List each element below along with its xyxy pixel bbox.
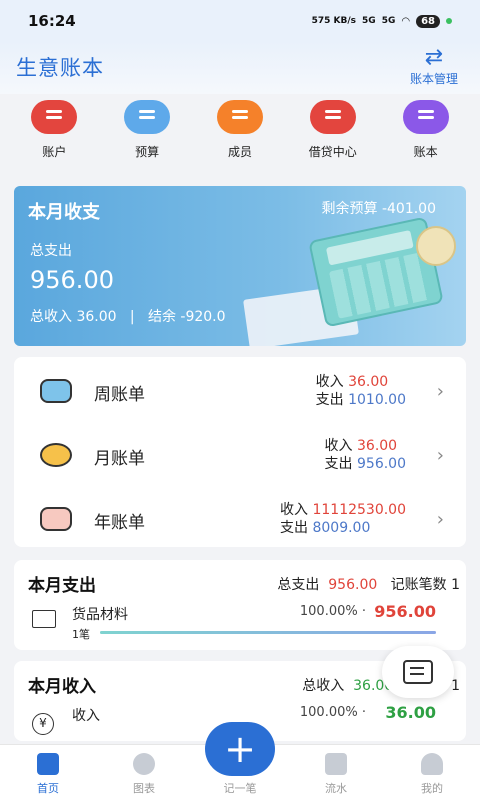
total-expense-label: 总支出 [30,243,72,259]
month-title: 本月收支 [28,202,100,223]
tab-label: 首页 [37,782,59,795]
category-percent: 100.00% · [299,705,366,720]
box-icon [32,610,56,628]
bill-row-week[interactable]: 周账单 收入 36.00 支出 1010.00 › [14,361,466,421]
status-bar: 16:24 575 KB/s 5G 5G ◠ 68 [0,0,480,42]
category-progress-fill [100,631,436,634]
header: 生意账本 ⇄ 账本管理 [0,42,480,94]
quick-label: 成员 [227,145,252,159]
income-balance-summary: 总收入 36.00 | 结余 -920.0 [30,309,226,325]
receipt-icon [403,660,433,684]
quick-label: 账本 [413,145,438,159]
quick-ledger[interactable]: 账本 [386,100,466,166]
loan-icon [309,100,356,134]
expense-totals: 总支出 956.00 记账笔数 1 [277,577,460,593]
quick-actions: 账户 预算 成员 借贷中心 账本 [0,100,480,166]
quick-budget[interactable]: 预算 [107,100,187,166]
signal-icon-2: 5G [381,15,396,26]
remaining-budget: 剩余预算 -401.00 [321,201,437,217]
tab-label: 流水 [325,782,347,795]
bill-amounts: 收入 36.00 支出 956.00 [324,438,406,472]
flow-icon [325,753,347,775]
wifi-icon: ◠ [401,15,411,27]
app-title: 生意账本 [16,56,104,80]
tab-label: 记一笔 [223,782,257,795]
category-name: 货品材料 [72,607,128,623]
battery-icon: 68 [416,14,440,28]
tab-label: 图表 [133,782,155,795]
bill-amounts: 收入 36.00 支出 1010.00 [315,374,406,408]
tab-flow[interactable]: 流水 [288,745,384,800]
planet-icon [40,443,72,467]
floating-bill-button[interactable] [382,646,454,698]
book-manage-button[interactable]: ⇄ 账本管理 [410,46,458,87]
month-expense-card[interactable]: 本月支出 总支出 956.00 记账笔数 1 货品材料 100.00% · 95… [14,560,466,650]
bill-row-year[interactable]: 年账单 收入 11112530.00 支出 8009.00 › [14,489,466,549]
total-expense-value: 956.00 [30,266,114,294]
bill-name: 年账单 [94,513,145,533]
chevron-right-icon: › [436,445,444,466]
user-icon [421,753,443,775]
category-progress [100,631,436,634]
ledger-icon [402,100,449,134]
category-amount: 36.00 [385,703,436,722]
coins-illustration [416,226,456,266]
bill-amounts: 收入 11112530.00 支出 8009.00 [280,502,406,536]
tab-home[interactable]: 首页 [0,745,96,800]
signal-icon: 5G [362,15,376,26]
yen-icon: ¥ [32,713,54,735]
category-count: 1笔 [72,628,90,641]
account-icon [31,100,78,134]
chevron-right-icon: › [436,509,444,530]
category-percent: 100.00% · [299,604,366,619]
quick-label: 预算 [135,145,160,159]
status-time: 16:24 [28,12,76,30]
chevron-right-icon: › [436,381,444,402]
book-manage-label: 账本管理 [409,72,458,86]
tab-label: 我的 [421,782,443,795]
category-amount: 956.00 [374,602,436,621]
add-record-button[interactable]: + [205,722,275,776]
tab-charts[interactable]: 图表 [96,745,192,800]
bill-name: 周账单 [94,385,145,405]
bill-row-month[interactable]: 月账单 收入 36.00 支出 956.00 › [14,425,466,485]
category-name: 收入 [72,708,100,724]
lantern-icon [40,507,72,531]
income-section-title: 本月收入 [28,677,96,697]
quick-members[interactable]: 成员 [200,100,280,166]
swap-icon: ⇄ [424,45,444,70]
expense-section-title: 本月支出 [28,576,96,596]
quick-loan-center[interactable]: 借贷中心 [293,100,373,166]
calendar-icon [40,379,72,403]
budget-icon [124,100,171,134]
quick-label: 借贷中心 [308,145,357,159]
home-icon [37,753,59,775]
quick-label: 账户 [42,145,67,159]
network-speed: 575 KB/s [311,15,357,26]
quick-account[interactable]: 账户 [14,100,94,166]
bills-card: 周账单 收入 36.00 支出 1010.00 › 月账单 收入 36.00 支… [14,357,466,547]
members-icon [216,100,263,134]
month-summary-card[interactable]: 本月收支 剩余预算 -401.00 总支出 956.00 总收入 36.00 |… [14,186,466,346]
charging-dot [446,18,452,24]
plus-icon: + [224,727,256,771]
status-indicators: 575 KB/s 5G 5G ◠ 68 [311,14,452,28]
tab-mine[interactable]: 我的 [384,745,480,800]
pie-chart-icon [133,753,155,775]
bill-name: 月账单 [94,449,145,469]
